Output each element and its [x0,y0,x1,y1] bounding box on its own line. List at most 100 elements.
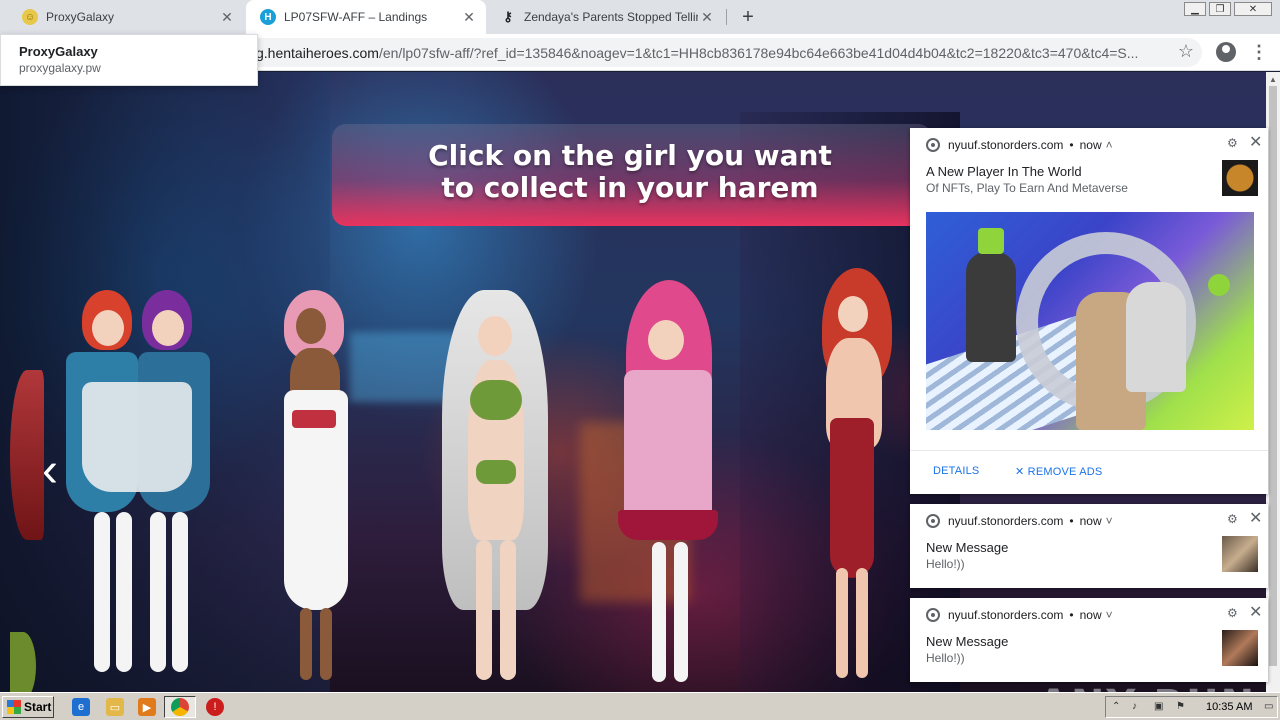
media-player-icon[interactable]: ▶ [138,698,156,716]
page-scrollbar[interactable]: ▲ [1266,72,1280,692]
sender-avatar [1222,536,1258,572]
scrollbar-thumb[interactable] [1269,86,1277,666]
notification-source: nyuuf.stonorders.com [948,608,1064,622]
url-text: g.hentaiheroes.com/en/lp07sfw-aff/?ref_i… [256,45,1146,61]
chevron-up-icon[interactable]: ⌃ [1112,701,1124,713]
character-leg [150,512,166,672]
gear-icon[interactable]: ⚙ [1227,606,1238,620]
separator-dot: • [1069,514,1074,528]
tab-landings[interactable]: H LP07SFW-AFF – Landings ✕ [246,0,486,34]
character-leg [300,608,312,680]
chevron-down-icon[interactable]: ˅ [1106,608,1113,622]
ad-figure [966,252,1016,362]
sender-avatar [1222,630,1258,666]
chevron-down-icon[interactable]: ˅ [1106,514,1113,528]
tab-separator [726,9,727,25]
notification-header: nyuuf.stonorders.com • now ˄ [926,138,1113,152]
notification-body: Of NFTs, Play To Earn And Metaverse [926,181,1128,195]
bitcoin-icon [1222,160,1258,196]
character-vines [470,380,522,420]
close-tab-icon[interactable]: ✕ [460,9,478,26]
chrome-icon [926,514,940,528]
tab-zendaya[interactable]: ⚷ Zendaya's Parents Stopped Telling H ✕ [486,0,724,34]
start-label: Start [24,700,52,714]
stop-icon[interactable]: ! [206,698,224,716]
restore-button[interactable]: ❐ [1209,2,1231,16]
girl-pink-maid[interactable] [608,280,728,690]
clock[interactable]: 10:35 AM [1206,701,1252,713]
close-window-button[interactable]: ✕ [1234,2,1272,16]
bookmark-star-icon[interactable]: ☆ [1178,41,1194,62]
scroll-up-icon[interactable]: ▲ [1269,75,1277,84]
chevron-up-icon[interactable]: ˄ [1106,138,1113,152]
character-leg [116,512,132,672]
character-sash [292,410,336,428]
separator-dot: • [1069,138,1074,152]
notification-message[interactable]: nyuuf.stonorders.com • now ˅ ⚙ ✕ New Mes… [910,504,1268,588]
character-vines [476,460,516,484]
notification-message[interactable]: nyuuf.stonorders.com • now ˅ ⚙ ✕ New Mes… [910,598,1268,682]
chrome-icon [171,698,189,716]
headline-line: Click on the girl you want [428,139,832,172]
remove-ads-button[interactable]: ✕ REMOVE ADS [1015,465,1102,478]
close-icon[interactable]: ✕ [1249,132,1262,152]
chrome-taskbar-button[interactable] [164,696,196,718]
flag-icon[interactable]: ⚑ [1176,701,1188,713]
close-tab-icon[interactable]: ✕ [698,9,716,26]
chrome-icon [926,608,940,622]
notification-body: Hello!)) [926,651,965,665]
show-desktop-icon[interactable]: ▭ [1264,701,1276,713]
separator-dot: • [1069,608,1074,622]
tab-title: LP07SFW-AFF – Landings [284,10,428,24]
tab-proxygalaxy[interactable]: ☺ ProxyGalaxy ✕ [8,0,244,34]
details-button[interactable]: DETAILS [933,465,979,477]
girl-twin-maids[interactable] [60,290,220,690]
menu-kebab-icon[interactable]: ⋮ [1250,40,1268,64]
character-face [92,310,124,346]
girl-elf-dryad[interactable] [420,290,570,690]
close-tab-icon[interactable]: ✕ [218,9,236,26]
character-leg [500,540,516,680]
page-headline: Click on the girl you want to collect in… [350,140,910,204]
character-leg [320,608,332,680]
notification-expanded[interactable]: nyuuf.stonorders.com • now ˄ ⚙ ✕ A New P… [910,128,1268,494]
ad-cube-head [978,228,1004,254]
headline-line: to collect in your harem [441,171,819,204]
windows-logo-icon [7,700,21,714]
ie-icon[interactable]: e [72,698,90,716]
girl-red-dress[interactable] [812,268,902,688]
character-dress [830,418,874,578]
notification-body: Hello!)) [926,557,965,571]
character-face [296,308,326,344]
character-face [648,320,684,360]
character-face [152,310,184,346]
minimize-button[interactable]: ▁ [1184,2,1206,16]
start-button[interactable]: Start [2,696,54,718]
profile-avatar-icon[interactable] [1216,42,1236,62]
notification-ad-image [926,212,1254,430]
gear-icon[interactable]: ⚙ [1227,136,1238,150]
volume-icon[interactable]: ♪ [1132,701,1144,713]
close-icon[interactable]: ✕ [1249,602,1262,622]
character-leg [94,512,110,672]
system-tray: ⌃ ♪ ▣ ⚑ 10:35 AM ▭ [1105,696,1278,718]
girl-cat-ears[interactable] [262,290,362,690]
character-leg [836,568,848,678]
new-tab-button[interactable]: + [735,4,761,30]
notification-title: New Message [926,540,1009,555]
leaf-image [10,632,36,692]
character-skirt-hem [618,510,718,540]
tab-strip: ☺ ProxyGalaxy ✕ H LP07SFW-AFF – Landings… [0,0,1280,34]
hovercard-domain: proxygalaxy.pw [19,61,101,75]
notification-time: now [1079,608,1102,622]
close-icon[interactable]: ✕ [1249,508,1262,528]
character-face [478,316,512,356]
character-leg [652,542,666,682]
network-icon[interactable]: ▣ [1154,701,1166,713]
character-leg [476,540,492,680]
gear-icon[interactable]: ⚙ [1227,512,1238,526]
address-bar[interactable]: g.hentaiheroes.com/en/lp07sfw-aff/?ref_i… [180,38,1202,67]
smiley-icon: ☺ [22,9,38,25]
folder-icon[interactable]: ▭ [106,698,124,716]
anyrun-watermark: ANY RUN [1038,682,1256,692]
